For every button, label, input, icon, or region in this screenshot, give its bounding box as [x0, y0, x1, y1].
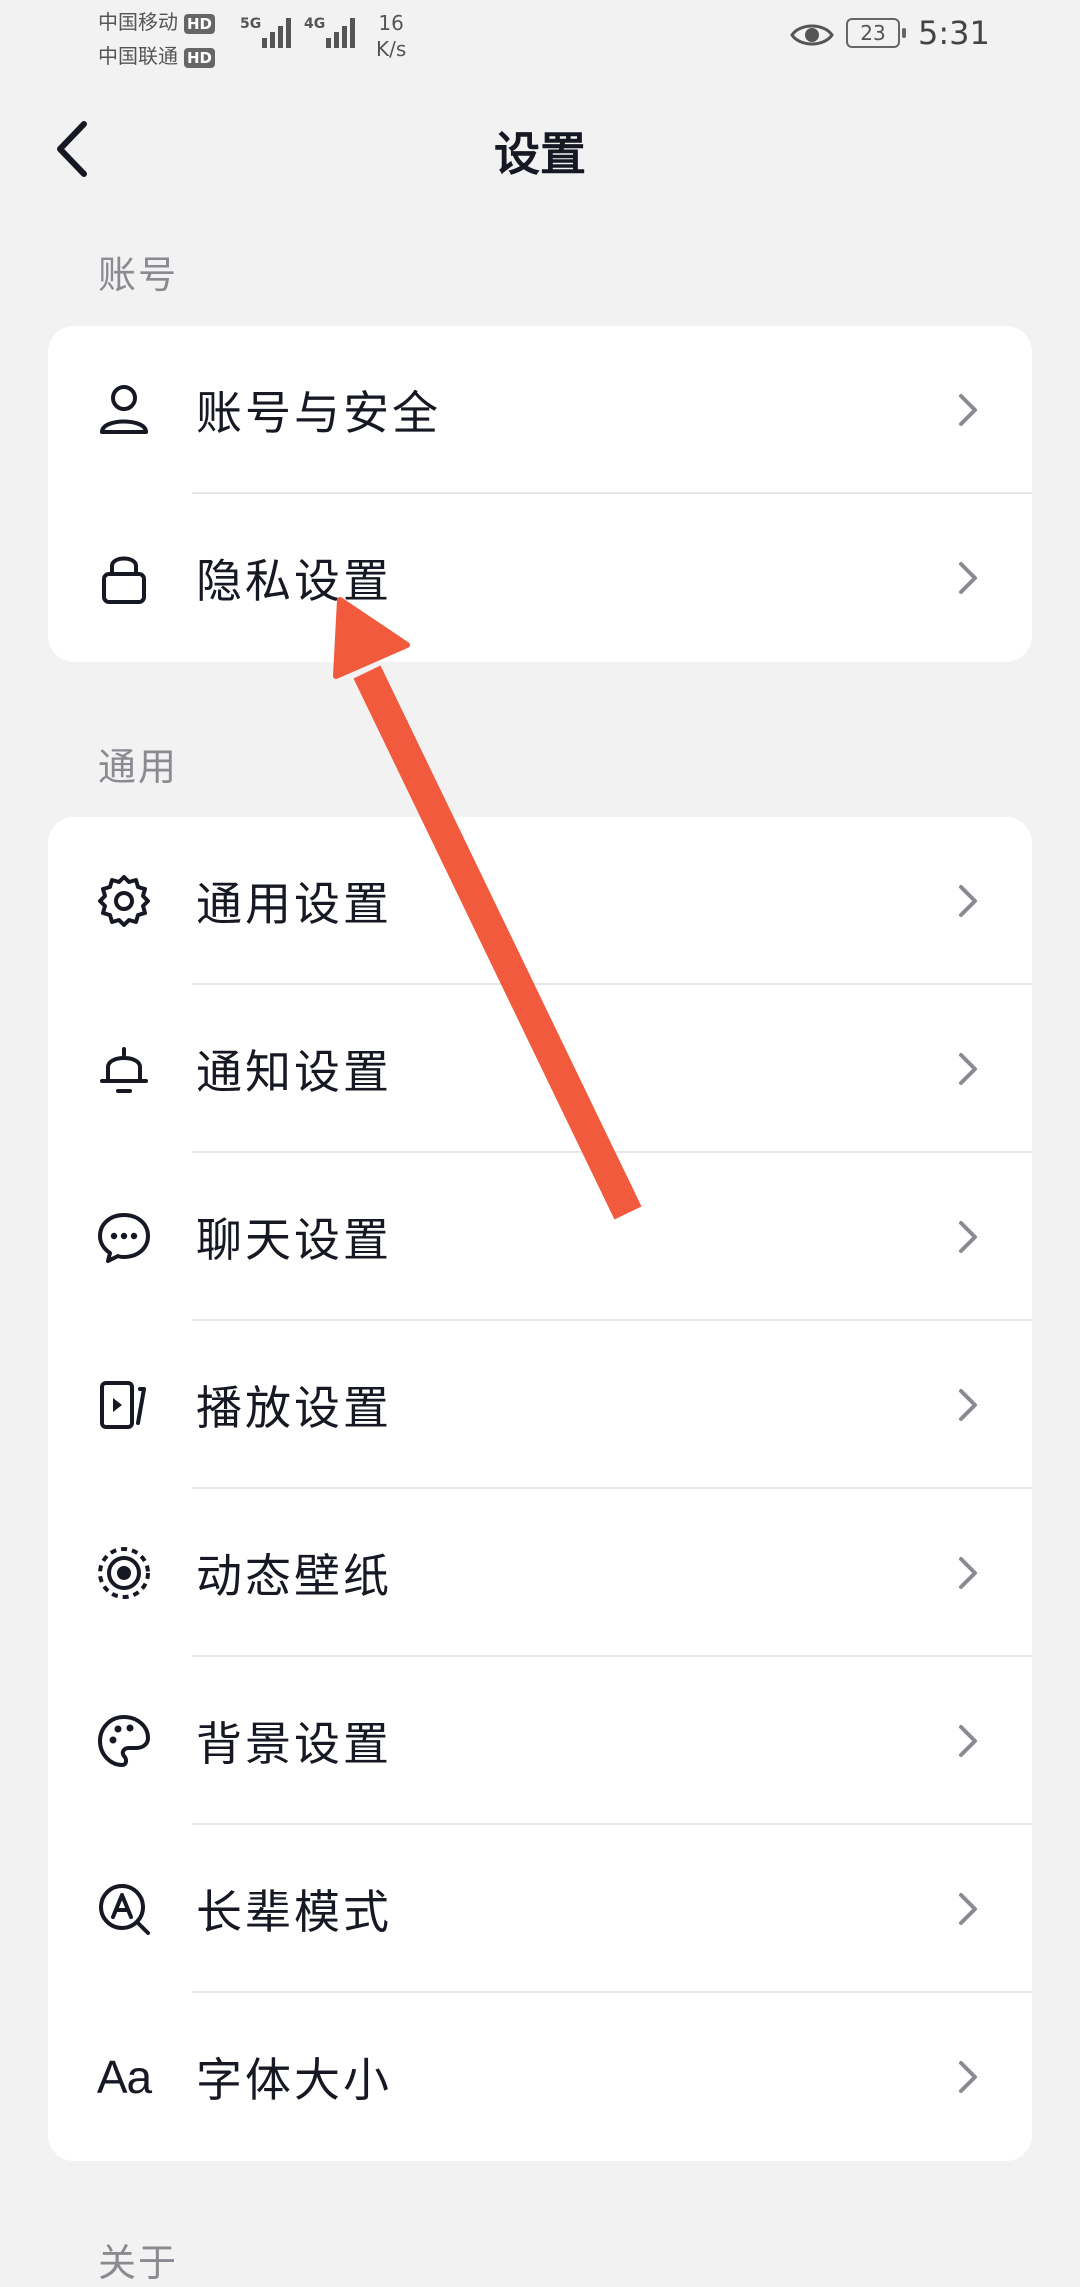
- font-size-icon-text: Aa: [96, 2051, 152, 2103]
- network-speed: 16 K/s: [376, 10, 406, 62]
- carrier-1-name: 中国移动: [98, 10, 178, 34]
- settings-item-label: 长辈模式: [196, 1885, 392, 1939]
- bell-icon: [96, 1041, 152, 1097]
- font-size-icon: Aa: [96, 2049, 152, 2105]
- carrier-2-name: 中国联通: [98, 44, 178, 68]
- settings-item-label: 隐私设置: [196, 554, 392, 608]
- settings-item-label: 播放设置: [196, 1381, 392, 1435]
- settings-item-general[interactable]: 通用设置: [48, 817, 1032, 985]
- chat-bubble-icon: [96, 1209, 152, 1265]
- settings-item-background[interactable]: 背景设置: [48, 1657, 1032, 1825]
- settings-item-label: 字体大小: [196, 2053, 392, 2107]
- settings-item-privacy[interactable]: 隐私设置: [48, 494, 1032, 662]
- account-card: 账号与安全 隐私设置: [48, 326, 1032, 662]
- live-wallpaper-icon: [96, 1545, 152, 1601]
- settings-item-account-security[interactable]: 账号与安全: [48, 326, 1032, 494]
- settings-item-label: 通用设置: [196, 877, 392, 931]
- settings-item-label: 通知设置: [196, 1045, 392, 1099]
- status-bar: 中国移动 HD 中国联通 HD 5G 4G 16 K/s 23 5:31: [0, 0, 1080, 80]
- network-5g-label: 5G: [240, 16, 262, 32]
- lock-icon: [96, 550, 152, 606]
- settings-item-font-size[interactable]: Aa 字体大小: [48, 1993, 1032, 2161]
- settings-item-label: 动态壁纸: [196, 1549, 392, 1603]
- hd-badge-1: HD: [184, 13, 216, 34]
- settings-item-notifications[interactable]: 通知设置: [48, 985, 1032, 1153]
- chevron-right-icon: [959, 1725, 977, 1757]
- eye-comfort-icon: [790, 24, 834, 46]
- carrier-1: 中国移动 HD: [98, 6, 216, 35]
- section-label-general: 通用: [98, 745, 179, 789]
- section-label-account: 账号: [98, 253, 179, 297]
- settings-item-label: 聊天设置: [196, 1213, 392, 1267]
- play-screen-icon: [96, 1377, 152, 1433]
- settings-item-label: 背景设置: [196, 1717, 392, 1771]
- network-4g-label: 4G: [304, 16, 326, 32]
- hd-badge-2: HD: [184, 47, 216, 68]
- general-card: 通用设置 通知设置 聊天设置 播放设置 动态壁纸 背景设置 长辈模式 Aa 字体…: [48, 817, 1032, 2161]
- settings-item-elder-mode[interactable]: 长辈模式: [48, 1825, 1032, 1993]
- chevron-right-icon: [959, 2061, 977, 2093]
- chevron-right-icon: [959, 1389, 977, 1421]
- battery-icon: 23: [846, 18, 906, 48]
- palette-icon: [96, 1713, 152, 1769]
- network-speed-value: 16: [378, 11, 404, 35]
- chevron-right-icon: [959, 394, 977, 426]
- elder-mode-icon: [96, 1881, 152, 1937]
- chevron-right-icon: [959, 1893, 977, 1925]
- network-speed-unit: K/s: [376, 37, 407, 61]
- chevron-right-icon: [959, 1221, 977, 1253]
- settings-item-label: 账号与安全: [196, 386, 441, 440]
- carrier-2: 中国联通 HD: [98, 40, 216, 69]
- chevron-right-icon: [959, 885, 977, 917]
- gear-icon: [96, 873, 152, 929]
- signal-bars-1-icon: [262, 14, 291, 48]
- section-label-about: 关于: [98, 2241, 179, 2285]
- signal-bars-2-icon: [326, 14, 355, 48]
- chevron-right-icon: [959, 1053, 977, 1085]
- person-icon: [96, 382, 152, 438]
- settings-item-live-wallpaper[interactable]: 动态壁纸: [48, 1489, 1032, 1657]
- chevron-right-icon: [959, 562, 977, 594]
- settings-item-playback[interactable]: 播放设置: [48, 1321, 1032, 1489]
- page-title: 设置: [494, 127, 586, 181]
- status-time: 5:31: [918, 14, 990, 52]
- chevron-right-icon: [959, 1557, 977, 1589]
- settings-item-chat[interactable]: 聊天设置: [48, 1153, 1032, 1321]
